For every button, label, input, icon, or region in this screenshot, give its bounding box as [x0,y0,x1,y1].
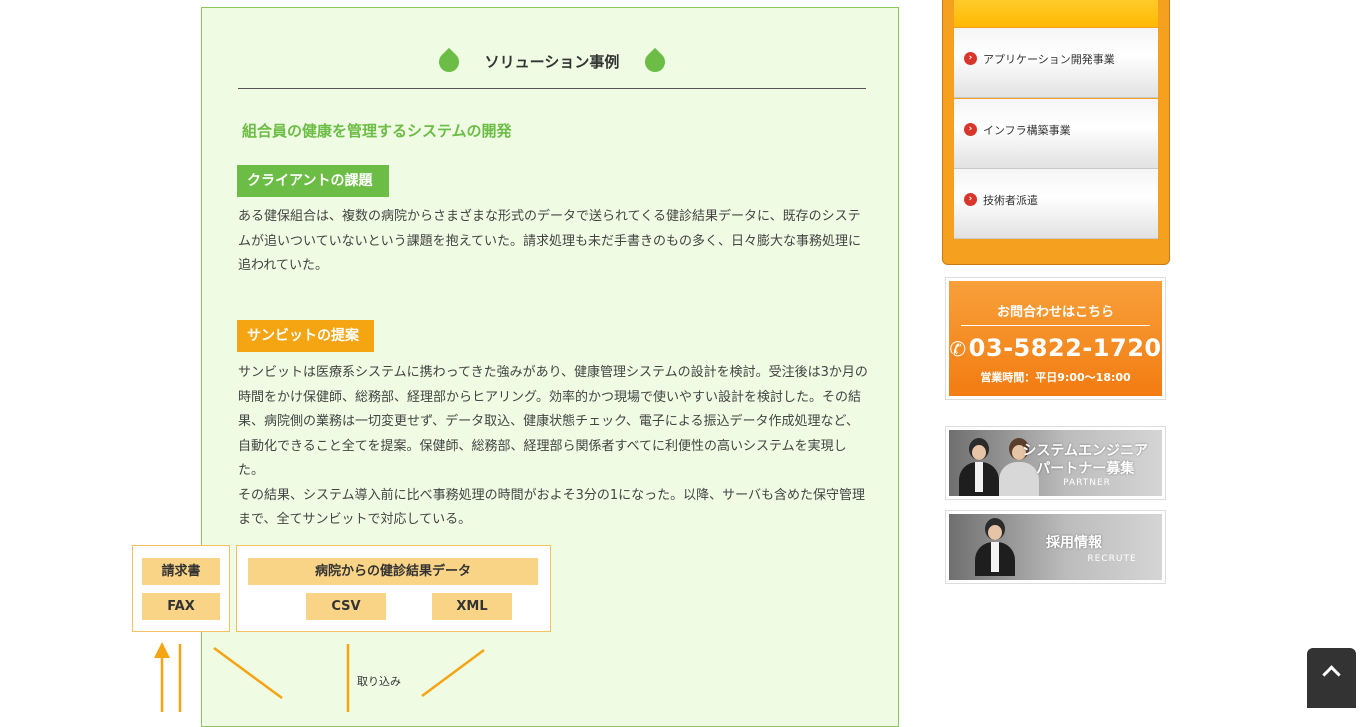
system-diagram: 請求書 FAX 病院からの健診結果データ CSV XML 取り込み [132,545,552,725]
proposal-paragraph-2: その結果、システム導入前に比べ事務処理の時間がおよそ3分の1になった。以降、サー… [238,487,866,528]
person-image [959,438,999,496]
sidebar-item-label: アプリケーション開発事業 [983,53,1115,66]
contact-phone: ✆03-5822-1720 [949,334,1162,362]
client-issue-paragraph: ある健保組合は、複数の病院からさまざまな形式のデータで送られてくる健診結果データ… [238,209,861,273]
import-label: 取り込み [357,675,401,688]
recruit-title: 採用情報 [1046,535,1102,551]
sidebar-menu-header [954,0,1158,27]
sidebar-item-label: 技術者派遣 [983,194,1038,207]
hospital-data-chip: 病院からの健診結果データ [248,558,538,585]
section-title-text: ソリューション事例 [484,53,620,71]
partner-subtitle: PARTNER [1063,478,1111,488]
partner-title-line-2: パートナー募集 [1036,461,1135,477]
proposal-text: サンビットは医療系システムに携わってきた強みがあり、健康管理システムの設計を検討… [238,361,868,533]
contact-title: お問合わせはこちら [996,305,1114,320]
partner-title: システムエンジニア パートナー募集 [1022,442,1148,478]
contact-banner[interactable]: お問合わせはこちら ✆03-5822-1720 営業時間：平日9:00～18:0… [945,277,1166,400]
contact-phone-number: 03-5822-1720 [968,334,1162,362]
contact-banner-inner: お問合わせはこちら ✆03-5822-1720 営業時間：平日9:00～18:0… [949,281,1162,396]
contact-hours: 営業時間：平日9:00～18:00 [980,371,1131,384]
sidebar-menu: › アプリケーション開発事業 › インフラ構築事業 › 技術者派遣 [942,0,1170,265]
billing-box: 請求書 FAX [132,545,230,632]
leaf-icon [434,47,463,77]
hospital-data-box: 病院からの健診結果データ CSV XML [236,545,551,632]
sidebar-item-label: インフラ構築事業 [983,124,1071,137]
phone-icon: ✆ [949,337,967,361]
flow-arrows [154,642,485,712]
chevron-right-icon: › [964,193,977,206]
leaf-icon [641,47,670,77]
person-image [975,518,1019,580]
section-title: ソリューション事例 [238,47,866,89]
xml-chip: XML [432,593,512,620]
back-to-top-button[interactable] [1307,648,1356,708]
contact-divider [961,325,1150,326]
fax-chip: FAX [142,593,220,620]
partner-title-line-1: システムエンジニア [1022,443,1148,459]
diagonal-line-right [421,648,485,698]
proposal-label: サンビットの提案 [237,320,374,352]
recruit-banner-image: 採用情報 RECRUTE [949,514,1162,580]
client-issue-text: ある健保組合は、複数の病院からさまざまな形式のデータで送られてくる健診結果データ… [238,205,868,279]
chevron-right-icon: › [964,52,977,65]
sidebar-item-application-dev[interactable]: › アプリケーション開発事業 [954,28,1158,98]
client-issue-label: クライアントの課題 [237,165,389,197]
chevron-right-icon: › [964,123,977,136]
sidebar-item-engineer-dispatch[interactable]: › 技術者派遣 [954,169,1158,239]
up-arrow-head [154,642,170,658]
chevron-up-icon [1322,665,1341,684]
proposal-paragraph-1: サンビットは医療系システムに携わってきた強みがあり、健康管理システムの設計を検討… [238,365,868,478]
sidebar-item-infrastructure[interactable]: › インフラ構築事業 [954,99,1158,169]
recruit-subtitle: RECRUTE [1087,554,1137,564]
csv-chip: CSV [306,593,386,620]
invoice-chip: 請求書 [142,558,220,585]
diagonal-line-left [213,646,283,700]
recruit-banner[interactable]: 採用情報 RECRUTE [945,510,1166,584]
partner-banner[interactable]: システムエンジニア パートナー募集 PARTNER [945,426,1166,500]
case-heading: 組合員の健康を管理するシステムの開発 [242,122,512,140]
partner-banner-image: システムエンジニア パートナー募集 PARTNER [949,430,1162,496]
